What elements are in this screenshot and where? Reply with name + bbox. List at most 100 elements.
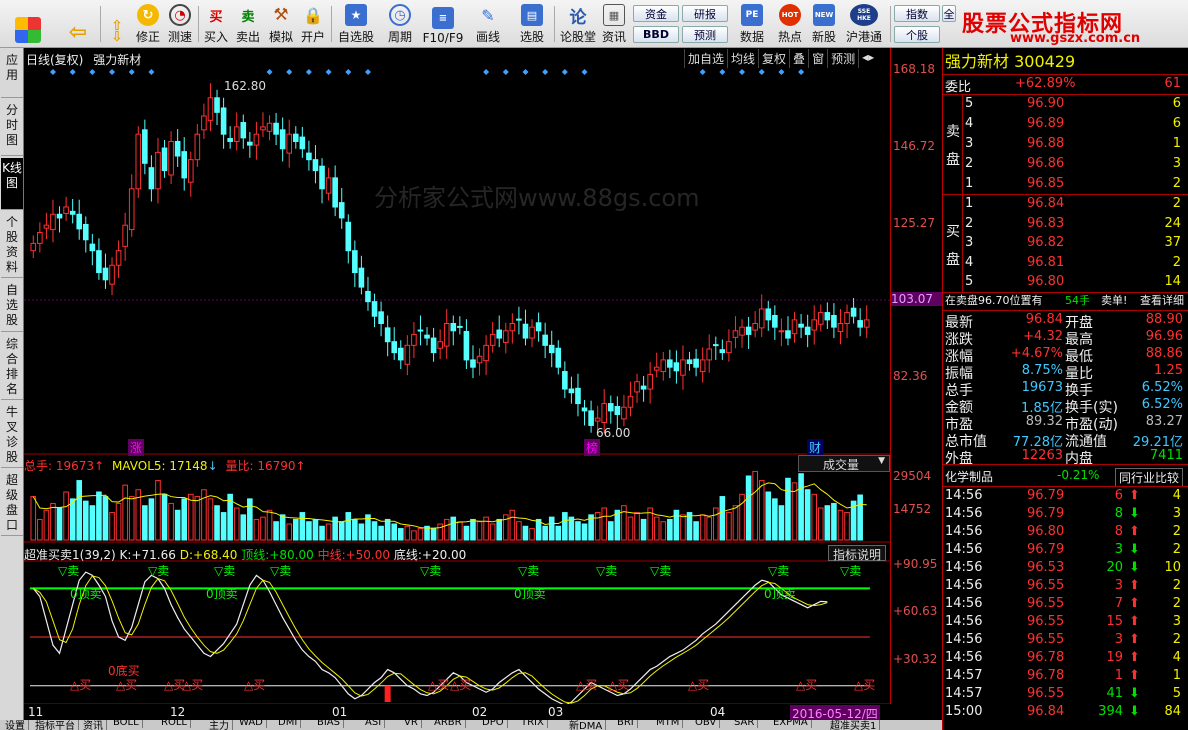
indicator-tab[interactable]: 主力 — [206, 720, 233, 730]
indicator-tab[interactable]: ROLL — [158, 720, 191, 728]
sell-signal-label: ▽卖 — [420, 564, 442, 578]
bid-level: 1 — [965, 196, 974, 211]
candle — [109, 257, 115, 296]
volume-bar — [614, 509, 621, 541]
tab-intraday[interactable]: 分时图 — [1, 100, 23, 156]
tab-stock-info[interactable]: 个股资料 — [1, 212, 23, 278]
candle-body — [378, 311, 384, 324]
back-button[interactable]: ⇦ — [60, 2, 96, 46]
speed-test-button[interactable]: ◔ 测速 — [165, 2, 195, 46]
forum-button[interactable]: 论 论股堂 — [558, 2, 598, 46]
event-bang[interactable]: 榜 — [584, 439, 601, 456]
indicator-tab[interactable]: BIAS — [314, 720, 344, 728]
windows-grid-button[interactable] — [8, 2, 48, 46]
bid-row: 1 96.84 2 — [943, 196, 1188, 213]
tab-ranking[interactable]: 综合排名 — [1, 334, 23, 400]
fix-button[interactable]: ↻ 修正 — [133, 2, 163, 46]
indicator-tab[interactable]: BOLL — [110, 720, 143, 728]
candle-body — [292, 133, 299, 142]
data-button[interactable]: PE 数据 — [736, 2, 768, 46]
indicator-tab[interactable]: ASI — [362, 720, 386, 728]
indicator-tab[interactable]: ARBR — [431, 720, 466, 728]
indicator-tab[interactable]: 超准买卖1 — [827, 720, 881, 730]
ma-button[interactable]: 均线 — [727, 49, 758, 68]
forecast-button[interactable]: 预测 — [682, 26, 728, 43]
price-axis: 168.18 146.72 125.27 103.07 82.36 29504 … — [890, 48, 943, 704]
candle — [516, 306, 522, 335]
funds-button[interactable]: 资金 — [633, 5, 679, 22]
f10-button[interactable]: ≡ F10/F9 — [420, 2, 466, 46]
indicator-tab[interactable]: WAD — [236, 720, 267, 728]
buy-button[interactable]: 买 买入 — [202, 2, 230, 46]
tab-watchlist[interactable]: 自选股 — [1, 280, 23, 332]
sell-button[interactable]: 卖 卖出 — [234, 2, 262, 46]
tab-diagnosis[interactable]: 牛叉诊股 — [1, 402, 23, 468]
add-watchlist-button[interactable]: 加自选 — [684, 49, 727, 68]
kline-chart-area[interactable]: 日线(复权) 强力新材 分析家公式网www.88gs.com 162.80 66… — [24, 48, 890, 704]
volume-bar — [811, 493, 818, 541]
indicator-tab[interactable]: 资讯 — [80, 720, 107, 730]
volume-bar — [640, 518, 647, 541]
indicator-tab[interactable]: TRIX — [518, 720, 548, 728]
open-account-button[interactable]: 🔒 开户 — [298, 2, 328, 46]
news-button[interactable]: ▦ 资讯 — [598, 2, 630, 46]
watchlist-button[interactable]: ★ 自选股 — [334, 2, 378, 46]
bbd-button[interactable]: BBD — [633, 26, 679, 43]
overlay-button[interactable]: 叠 — [789, 49, 808, 68]
indicator-tab[interactable]: DMI — [275, 720, 302, 728]
index-button[interactable]: 指数 — [894, 5, 940, 22]
signal-diamond-marker — [798, 69, 805, 75]
indicator-tab[interactable]: 新DMA — [566, 720, 607, 730]
candle — [37, 222, 43, 253]
indicator-tab[interactable]: VR — [401, 720, 422, 728]
bid-price: 96.80 — [1027, 274, 1065, 289]
indicator-tab[interactable]: MTM — [653, 720, 684, 728]
predict-button[interactable]: 预测 — [827, 49, 858, 68]
hk-connect-button[interactable]: SSE HKE 沪港通 — [842, 2, 886, 46]
tab-kline[interactable]: K线图 — [1, 158, 23, 210]
indicator-tab[interactable]: DPO — [479, 720, 508, 728]
draw-line-button[interactable]: ✎ 画线 — [468, 2, 508, 46]
candle — [634, 373, 640, 403]
expand-icon[interactable]: ◂▸ — [858, 49, 877, 68]
tab-apps[interactable]: 应用 — [1, 50, 23, 98]
new-stock-button[interactable]: NEW 新股 — [808, 2, 840, 46]
indicator-tab[interactable]: SAR — [731, 720, 759, 728]
indicator-tabs: 设置 指标平台 资讯 BOLL ROLL 主力 WAD DMI BIAS ASI VR ARBR DPO… — [0, 720, 942, 730]
adjust-button[interactable]: 复权 — [758, 49, 789, 68]
tick-volume: 6 — [1114, 488, 1123, 503]
indicator-tab[interactable]: 设置 — [2, 720, 29, 730]
volume-indicator-select[interactable]: 成交量 ▼ — [798, 455, 890, 472]
hot-button[interactable]: HOT 热点 — [774, 2, 806, 46]
candle — [706, 334, 713, 373]
research-button[interactable]: 研报 — [682, 5, 728, 22]
up-down-button[interactable]: ⇧ ⇩ — [104, 2, 130, 46]
stat-value: +4.67% — [1010, 346, 1063, 361]
simulate-button[interactable]: ⚒ 模拟 — [266, 2, 296, 46]
indicator-tab[interactable]: 指标平台 — [32, 720, 79, 730]
tick-row: 14:56 96.80 8 ⬆ 2 — [943, 524, 1188, 541]
weibi-value: +62.89% — [1015, 76, 1076, 91]
indicator-tab[interactable]: BRI — [614, 720, 638, 728]
indicator-tab[interactable]: EXPMA — [770, 720, 812, 728]
event-cai[interactable]: 财 — [807, 439, 824, 456]
period-button[interactable]: ◷ 周期 — [380, 2, 420, 46]
volume-bar — [174, 509, 181, 541]
tab-super-book[interactable]: 超级盘口 — [1, 470, 23, 536]
big-order-notice[interactable]: 在卖盘96.70位置有 54手 卖单! 查看详细 — [943, 292, 1188, 309]
single-stock-button[interactable]: 个股 — [894, 26, 940, 43]
window-button[interactable]: 窗 — [808, 49, 827, 68]
tick-count: 4 — [1172, 488, 1181, 503]
stock-picker-button[interactable]: ▤ 选股 — [512, 2, 552, 46]
industry-compare-button[interactable]: 同行业比较 — [1115, 468, 1184, 487]
indicator-tab[interactable]: OBV — [692, 720, 721, 728]
candle — [588, 400, 594, 433]
indicator-help-button[interactable]: 指标说明 — [828, 545, 886, 562]
ask-level: 2 — [965, 156, 974, 171]
candle — [752, 311, 758, 338]
candle-body — [148, 167, 155, 190]
view-detail-link[interactable]: 查看详细 — [1140, 292, 1184, 308]
candle — [122, 212, 128, 261]
event-zhang[interactable]: 涨 — [128, 439, 145, 456]
candle-body — [332, 177, 338, 208]
